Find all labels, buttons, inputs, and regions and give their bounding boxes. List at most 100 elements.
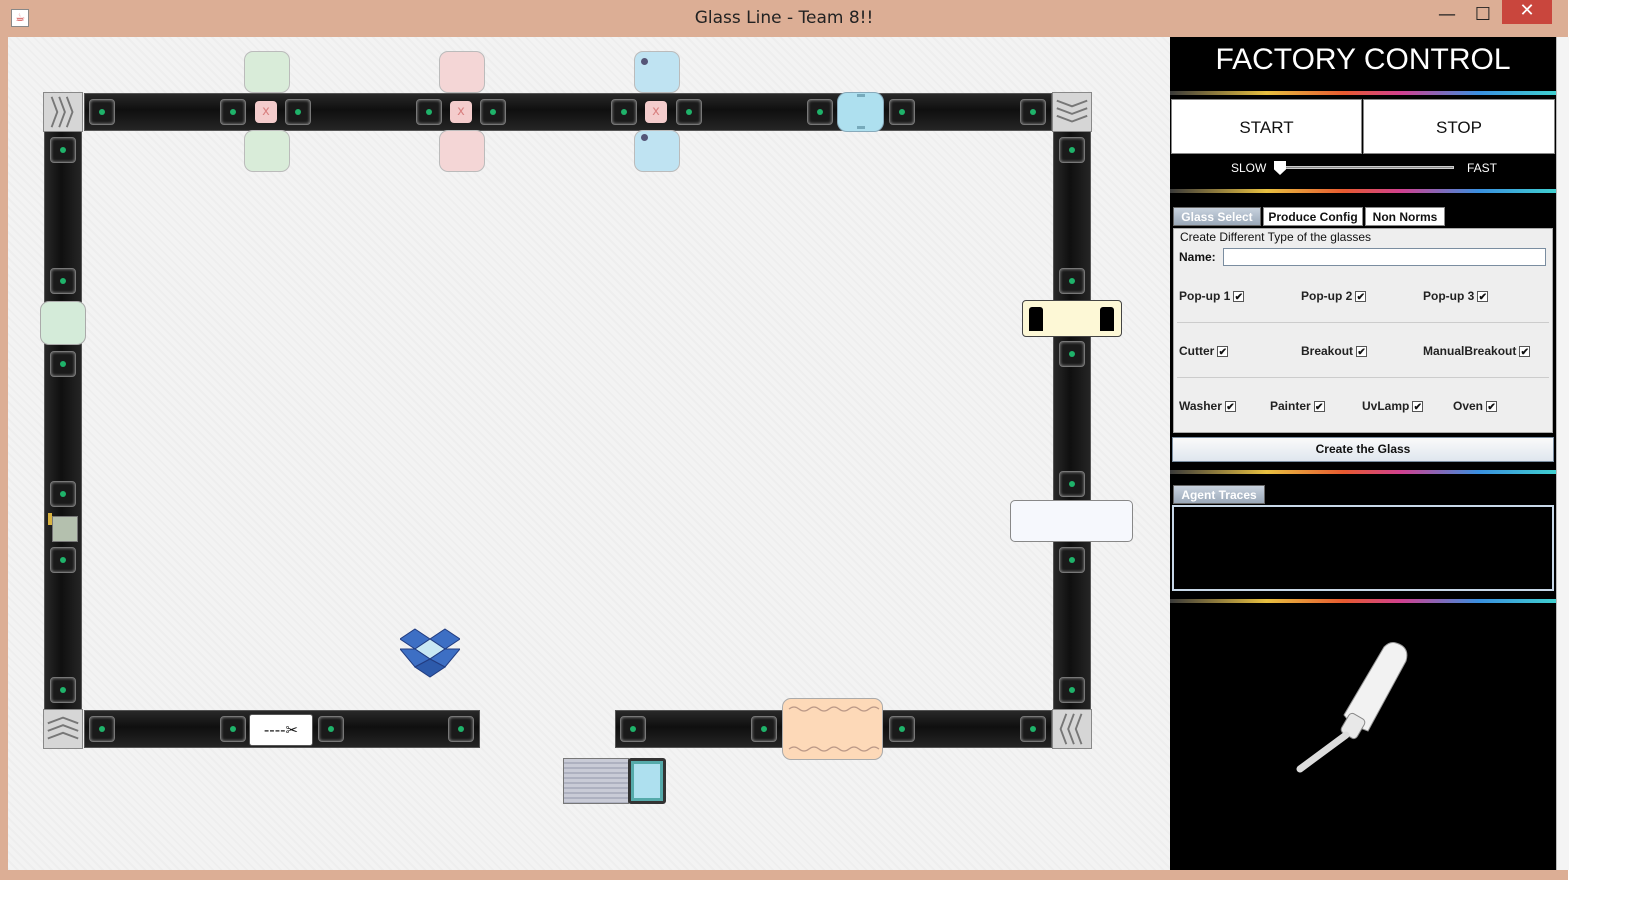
tab-non-norms[interactable]: Non Norms [1365, 207, 1445, 226]
start-button[interactable]: START [1171, 99, 1362, 154]
create-glass-button[interactable]: Create the Glass [1172, 437, 1554, 462]
glass-piece [837, 92, 884, 132]
popup-3-bottom [634, 130, 680, 172]
window-bottom-edge [0, 870, 1568, 880]
glass-piece-green [40, 301, 86, 345]
tab-agent-traces[interactable]: Agent Traces [1173, 485, 1265, 504]
maximize-button[interactable]: ☐ [1468, 4, 1498, 26]
sensor-icon [676, 99, 702, 125]
popup-2-station: x [450, 101, 472, 123]
fast-label: FAST [1467, 161, 1498, 175]
sensor-icon [1059, 471, 1085, 497]
popup-2-top [439, 51, 485, 93]
sensor-icon [480, 99, 506, 125]
sensor-icon [1059, 137, 1085, 163]
glass-form: Create Different Type of the glasses Nam… [1173, 228, 1553, 433]
breakout-handle-icon [48, 513, 52, 525]
app-window: ☕ Glass Line - Team 8!! — ☐ ✕ x x x ----… [0, 0, 1569, 880]
sensor-icon [889, 99, 915, 125]
cutter-station: ----✂ [249, 714, 313, 746]
option-popup-3[interactable]: Pop-up 3 ✔ [1423, 289, 1489, 303]
scissors-icon: ----✂ [263, 721, 299, 739]
option-painter[interactable]: Painter ✔ [1270, 399, 1325, 413]
truck-bin [563, 758, 629, 804]
divider [1170, 189, 1556, 193]
option-oven[interactable]: Oven ✔ [1453, 399, 1498, 413]
checkbox[interactable]: ✔ [1224, 401, 1236, 413]
popup-3-top [634, 51, 680, 93]
breakout-station [52, 516, 78, 542]
popup-1-bottom [244, 130, 290, 172]
dropbox-icon [398, 627, 462, 681]
name-input[interactable] [1223, 248, 1546, 266]
checkbox[interactable]: ✔ [1477, 291, 1489, 303]
sensor-icon [318, 716, 344, 742]
agent-traces-log[interactable] [1172, 505, 1554, 591]
corner-top-left-icon [43, 92, 83, 132]
option-popup-2[interactable]: Pop-up 2 ✔ [1301, 289, 1367, 303]
painter-station [1022, 300, 1122, 337]
tab-glass-select[interactable]: Glass Select [1173, 207, 1261, 226]
popup-3-station: x [645, 101, 667, 123]
factory-control-panel: FACTORY CONTROL START STOP SLOW FAST Gla… [1170, 37, 1556, 870]
speed-slider[interactable] [1280, 166, 1454, 169]
divider [1170, 470, 1556, 474]
uvlamp-station [1010, 500, 1133, 542]
checkbox[interactable]: ✔ [1233, 291, 1245, 303]
spray-can-icon [1100, 307, 1114, 331]
checkbox[interactable]: ✔ [1486, 401, 1498, 413]
sensor-icon [1059, 677, 1085, 703]
options-row: Cutter ✔ Breakout ✔ ManualBreakout ✔ [1177, 325, 1549, 378]
drill-dot-icon [641, 58, 648, 65]
sensor-icon [220, 716, 246, 742]
option-washer[interactable]: Washer ✔ [1179, 399, 1236, 413]
options-row: Washer ✔ Painter ✔ UvLamp ✔ Oven ✔ [1177, 380, 1549, 432]
glass-bin [628, 758, 666, 804]
sensor-icon [807, 99, 833, 125]
option-uvlamp[interactable]: UvLamp ✔ [1362, 399, 1424, 413]
options-row: Pop-up 1 ✔ Pop-up 2 ✔ Pop-up 3 ✔ [1177, 270, 1549, 323]
form-legend: Create Different Type of the glasses [1180, 230, 1371, 244]
checkbox[interactable]: ✔ [1356, 346, 1368, 358]
popup-1-top [244, 51, 290, 93]
window-title: Glass Line - Team 8!! [694, 8, 874, 28]
option-popup-1[interactable]: Pop-up 1 ✔ [1179, 289, 1245, 303]
oven-station [782, 698, 883, 760]
popup-2-bottom [439, 130, 485, 172]
name-label: Name: [1179, 250, 1216, 264]
sensor-icon [889, 716, 915, 742]
option-manual-breakout[interactable]: ManualBreakout ✔ [1423, 344, 1531, 358]
speed-slider-knob[interactable] [1274, 161, 1286, 175]
sensor-icon [1059, 268, 1085, 294]
sensor-icon [50, 351, 76, 377]
title-bar[interactable]: ☕ Glass Line - Team 8!! — ☐ ✕ [0, 0, 1568, 37]
sensor-icon [416, 99, 442, 125]
panel-title: FACTORY CONTROL [1215, 43, 1511, 76]
sensor-icon [1059, 547, 1085, 573]
sensor-icon [751, 716, 777, 742]
checkbox[interactable]: ✔ [1519, 346, 1531, 358]
option-cutter[interactable]: Cutter ✔ [1179, 344, 1229, 358]
tab-produce-config[interactable]: Produce Config [1263, 207, 1363, 226]
option-breakout[interactable]: Breakout ✔ [1301, 344, 1368, 358]
sensor-icon [620, 716, 646, 742]
close-button[interactable]: ✕ [1502, 0, 1552, 24]
checkbox[interactable]: ✔ [1412, 401, 1424, 413]
divider [1170, 91, 1556, 95]
divider [1170, 599, 1556, 603]
checkbox[interactable]: ✔ [1313, 401, 1325, 413]
minimize-button[interactable]: — [1432, 4, 1462, 26]
sensor-icon [1059, 341, 1085, 367]
sensor-icon [220, 99, 246, 125]
checkbox[interactable]: ✔ [1217, 346, 1229, 358]
corner-bottom-right-icon [1052, 709, 1092, 749]
conveyor-right [1053, 131, 1091, 711]
spray-can-icon [1029, 307, 1043, 331]
stop-button[interactable]: STOP [1363, 99, 1555, 154]
sensor-icon [1020, 99, 1046, 125]
checkbox[interactable]: ✔ [1355, 291, 1367, 303]
sensor-icon [50, 137, 76, 163]
sensor-icon [50, 677, 76, 703]
drill-dot-icon [641, 134, 648, 141]
window-right-edge [1556, 37, 1569, 870]
